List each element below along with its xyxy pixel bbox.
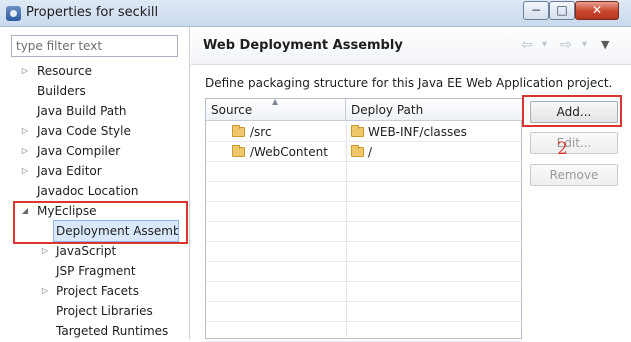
source-cell: /src — [250, 125, 272, 139]
table-row-empty — [206, 222, 522, 242]
maximize-button[interactable]: □ — [549, 1, 575, 20]
tree-item-targeted-runtimes[interactable]: Targeted Runtimes — [56, 321, 168, 341]
tree-item-java-editor[interactable]: Java Editor — [37, 161, 102, 181]
table-row-empty — [206, 322, 522, 342]
page-description: Define packaging structure for this Java… — [205, 76, 613, 90]
expand-arrow-icon[interactable]: ▷ — [20, 141, 30, 161]
tree-item-java-code-style[interactable]: Java Code Style — [37, 121, 131, 141]
minimize-button[interactable]: − — [523, 1, 549, 20]
back-menu-icon[interactable]: ▾ — [542, 36, 547, 54]
tree-item-jsp-fragment[interactable]: JSP Fragment — [56, 261, 136, 281]
tree-item-java-build-path[interactable]: Java Build Path — [37, 101, 126, 121]
folder-icon — [351, 145, 364, 157]
table-row-empty — [206, 182, 522, 202]
title-bar: Properties for seckill − □ ✕ — [0, 0, 631, 27]
table-row-empty — [206, 242, 522, 262]
expand-arrow-icon[interactable]: ▷ — [40, 241, 50, 261]
deploy-path-cell: / — [368, 145, 373, 159]
tree-item-project-libraries[interactable]: Project Libraries — [56, 301, 153, 321]
table-row-empty — [206, 162, 522, 182]
tree-item-resource[interactable]: Resource — [37, 61, 92, 81]
column-header-label: Source — [211, 103, 253, 117]
tree-item-javascript[interactable]: JavaScript — [56, 241, 116, 261]
table-row[interactable]: /WebContent / — [206, 142, 522, 162]
expand-arrow-icon[interactable]: ▷ — [20, 161, 30, 181]
folder-icon — [232, 145, 245, 157]
table-row-empty — [206, 302, 522, 322]
source-cell: /WebContent — [250, 145, 328, 159]
filter-input[interactable] — [11, 35, 178, 57]
expand-arrow-icon[interactable]: ▷ — [40, 281, 50, 301]
window-title: Properties for seckill — [26, 5, 159, 20]
tree-item-java-compiler[interactable]: Java Compiler — [37, 141, 120, 161]
annotation-number-2: 2 — [557, 139, 568, 159]
tree-item-project-facets[interactable]: Project Facets — [56, 281, 139, 301]
page-title: Web Deployment Assembly — [203, 38, 403, 53]
annotation-box-1 — [13, 201, 188, 244]
folder-icon — [232, 125, 245, 137]
tree-item-builders[interactable]: Builders — [37, 81, 86, 101]
folder-icon — [351, 125, 364, 137]
sort-ascending-icon: ▲ — [272, 97, 279, 106]
close-button[interactable]: ✕ — [575, 1, 619, 20]
deploy-path-cell: WEB-INF/classes — [368, 125, 467, 139]
table-row-empty — [206, 282, 522, 302]
forward-arrow-icon[interactable]: ⇨ — [560, 36, 572, 54]
column-header-source[interactable]: Source ▲ — [206, 97, 346, 121]
expand-arrow-icon[interactable]: ▷ — [20, 61, 30, 81]
tree-item-javadoc-location[interactable]: Javadoc Location — [37, 181, 138, 201]
column-header-deploy-path[interactable]: Deploy Path — [346, 99, 522, 121]
annotation-box-2 — [522, 95, 622, 127]
edit-button[interactable]: Edit... — [530, 132, 618, 154]
forward-menu-icon[interactable]: ▾ — [582, 36, 587, 54]
assembly-table[interactable]: Source ▲ Deploy Path /src WEB-INF/classe… — [205, 97, 522, 342]
back-arrow-icon[interactable]: ⇦ — [521, 36, 533, 54]
table-row-empty — [206, 202, 522, 222]
remove-button[interactable]: Remove — [530, 164, 618, 186]
view-menu-icon[interactable]: ▼ — [601, 36, 609, 54]
expand-arrow-icon[interactable]: ▷ — [20, 121, 30, 141]
table-row-empty — [206, 262, 522, 282]
table-row[interactable]: /src WEB-INF/classes — [206, 122, 522, 142]
app-icon — [6, 6, 21, 21]
